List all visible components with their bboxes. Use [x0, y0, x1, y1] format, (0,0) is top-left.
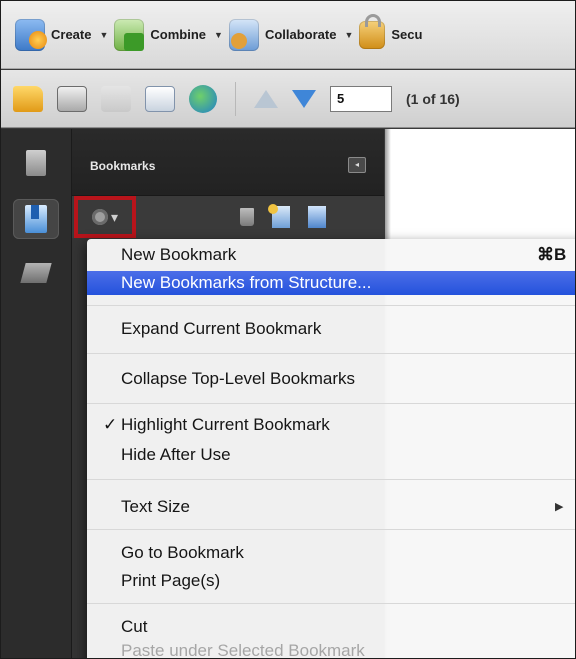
- page-thumbnails-icon: [26, 150, 46, 176]
- print-icon[interactable]: [57, 85, 87, 112]
- create-pdf-icon: [15, 18, 47, 51]
- checkmark-icon: ✓: [103, 415, 118, 434]
- options-context-menu: New Bookmark ⌘B New Bookmarks from Struc…: [87, 239, 575, 659]
- menu-item-label: New Bookmark: [121, 245, 237, 264]
- chevron-down-icon: ▾: [110, 208, 119, 225]
- chevron-down-icon: ▼: [99, 29, 109, 40]
- menu-item-hide-after-use[interactable]: Hide After Use: [87, 443, 575, 467]
- menu-item-label: Text Size: [121, 497, 190, 516]
- bookmarks-icon: [25, 205, 47, 233]
- menu-separator: [87, 353, 575, 354]
- combine-files-icon: [114, 18, 145, 51]
- previous-page-icon[interactable]: [254, 89, 278, 108]
- menu-item-expand-current-bookmark[interactable]: Expand Current Bookmark: [87, 317, 575, 341]
- combine-button[interactable]: Combine ▼: [114, 18, 223, 51]
- bookmark-properties-icon[interactable]: [308, 206, 326, 228]
- new-bookmark-icon[interactable]: [268, 204, 290, 228]
- next-page-icon[interactable]: [292, 89, 316, 108]
- menu-item-label: New Bookmarks from Structure...: [121, 273, 372, 292]
- task-toolbar: Create ▼ Combine ▼ Collaborate ▼ Secu: [1, 1, 575, 69]
- page-thumbnails-button[interactable]: [13, 143, 59, 183]
- menu-separator: [87, 529, 575, 530]
- menu-item-label: Expand Current Bookmark: [121, 319, 322, 338]
- navigation-pane-rail: [1, 129, 72, 658]
- collaborate-button[interactable]: Collaborate ▼: [228, 18, 354, 51]
- panel-title: Bookmarks: [90, 159, 156, 173]
- options-menu-button[interactable]: ▾: [74, 196, 136, 238]
- menu-item-cut[interactable]: Cut: [87, 615, 575, 639]
- menu-separator: [87, 603, 575, 604]
- menu-item-new-bookmarks-from-structure[interactable]: New Bookmarks from Structure...: [87, 271, 575, 295]
- create-button[interactable]: Create ▼: [15, 18, 109, 51]
- signatures-pane-button[interactable]: [13, 253, 59, 293]
- acrobat-window: Create ▼ Combine ▼ Collaborate ▼ Secu 5 …: [0, 0, 576, 659]
- menu-item-go-to-bookmark[interactable]: Go to Bookmark: [87, 541, 575, 565]
- menu-item-new-bookmark[interactable]: New Bookmark ⌘B: [87, 243, 575, 267]
- bookmarks-panel-header: Bookmarks ◂: [72, 129, 384, 196]
- menu-item-print-pages[interactable]: Print Page(s): [87, 569, 575, 593]
- gear-icon: [91, 209, 108, 225]
- menu-separator: [87, 305, 575, 306]
- email-icon[interactable]: [145, 85, 175, 112]
- shortcut-label: ⌘B: [537, 245, 567, 264]
- menu-item-label: Print Page(s): [121, 571, 221, 590]
- save-icon[interactable]: [101, 85, 131, 112]
- share-icon[interactable]: [189, 84, 217, 113]
- menu-separator: [87, 479, 575, 480]
- secure-button[interactable]: Secu: [359, 13, 423, 49]
- toolbar-divider: [235, 81, 236, 116]
- page-count-label: (1 of 16): [406, 90, 460, 107]
- menu-item-label: Go to Bookmark: [121, 543, 244, 562]
- menu-item-highlight-current-bookmark[interactable]: ✓ Highlight Current Bookmark: [87, 413, 575, 437]
- combine-label: Combine: [150, 27, 207, 42]
- secure-label: Secu: [391, 27, 423, 42]
- open-folder-icon[interactable]: [13, 85, 43, 112]
- chevron-down-icon: ▼: [344, 29, 354, 40]
- page-number-input[interactable]: 5: [330, 85, 392, 112]
- navigation-toolbar: 5 (1 of 16): [1, 70, 575, 128]
- collaborate-label: Collaborate: [264, 27, 337, 42]
- menu-item-label: Hide After Use: [121, 445, 231, 464]
- menu-item-collapse-top-level-bookmarks[interactable]: Collapse Top-Level Bookmarks: [87, 367, 575, 391]
- bookmarks-panel-toolbar: ▾: [72, 196, 384, 238]
- submenu-arrow-icon: ▶: [555, 501, 564, 513]
- menu-item-label: Paste under Selected Bookmark: [121, 641, 365, 659]
- menu-item-label: Collapse Top-Level Bookmarks: [121, 369, 356, 388]
- menu-item-label: Highlight Current Bookmark: [121, 415, 330, 434]
- bookmarks-pane-button[interactable]: [13, 199, 59, 239]
- menu-item-paste-under-selected-bookmark[interactable]: Paste under Selected Bookmark: [87, 639, 575, 659]
- menu-item-text-size[interactable]: Text Size ▶: [87, 495, 575, 519]
- menu-separator: [87, 403, 575, 404]
- create-label: Create: [51, 27, 92, 42]
- chevron-down-icon: ▼: [214, 29, 223, 40]
- lock-icon: [359, 13, 386, 49]
- close-icon[interactable]: ◂: [348, 157, 366, 173]
- collaborate-icon: [228, 18, 259, 51]
- signature-icon: [20, 263, 52, 283]
- menu-item-label: Cut: [121, 617, 148, 636]
- trash-icon[interactable]: [240, 208, 254, 226]
